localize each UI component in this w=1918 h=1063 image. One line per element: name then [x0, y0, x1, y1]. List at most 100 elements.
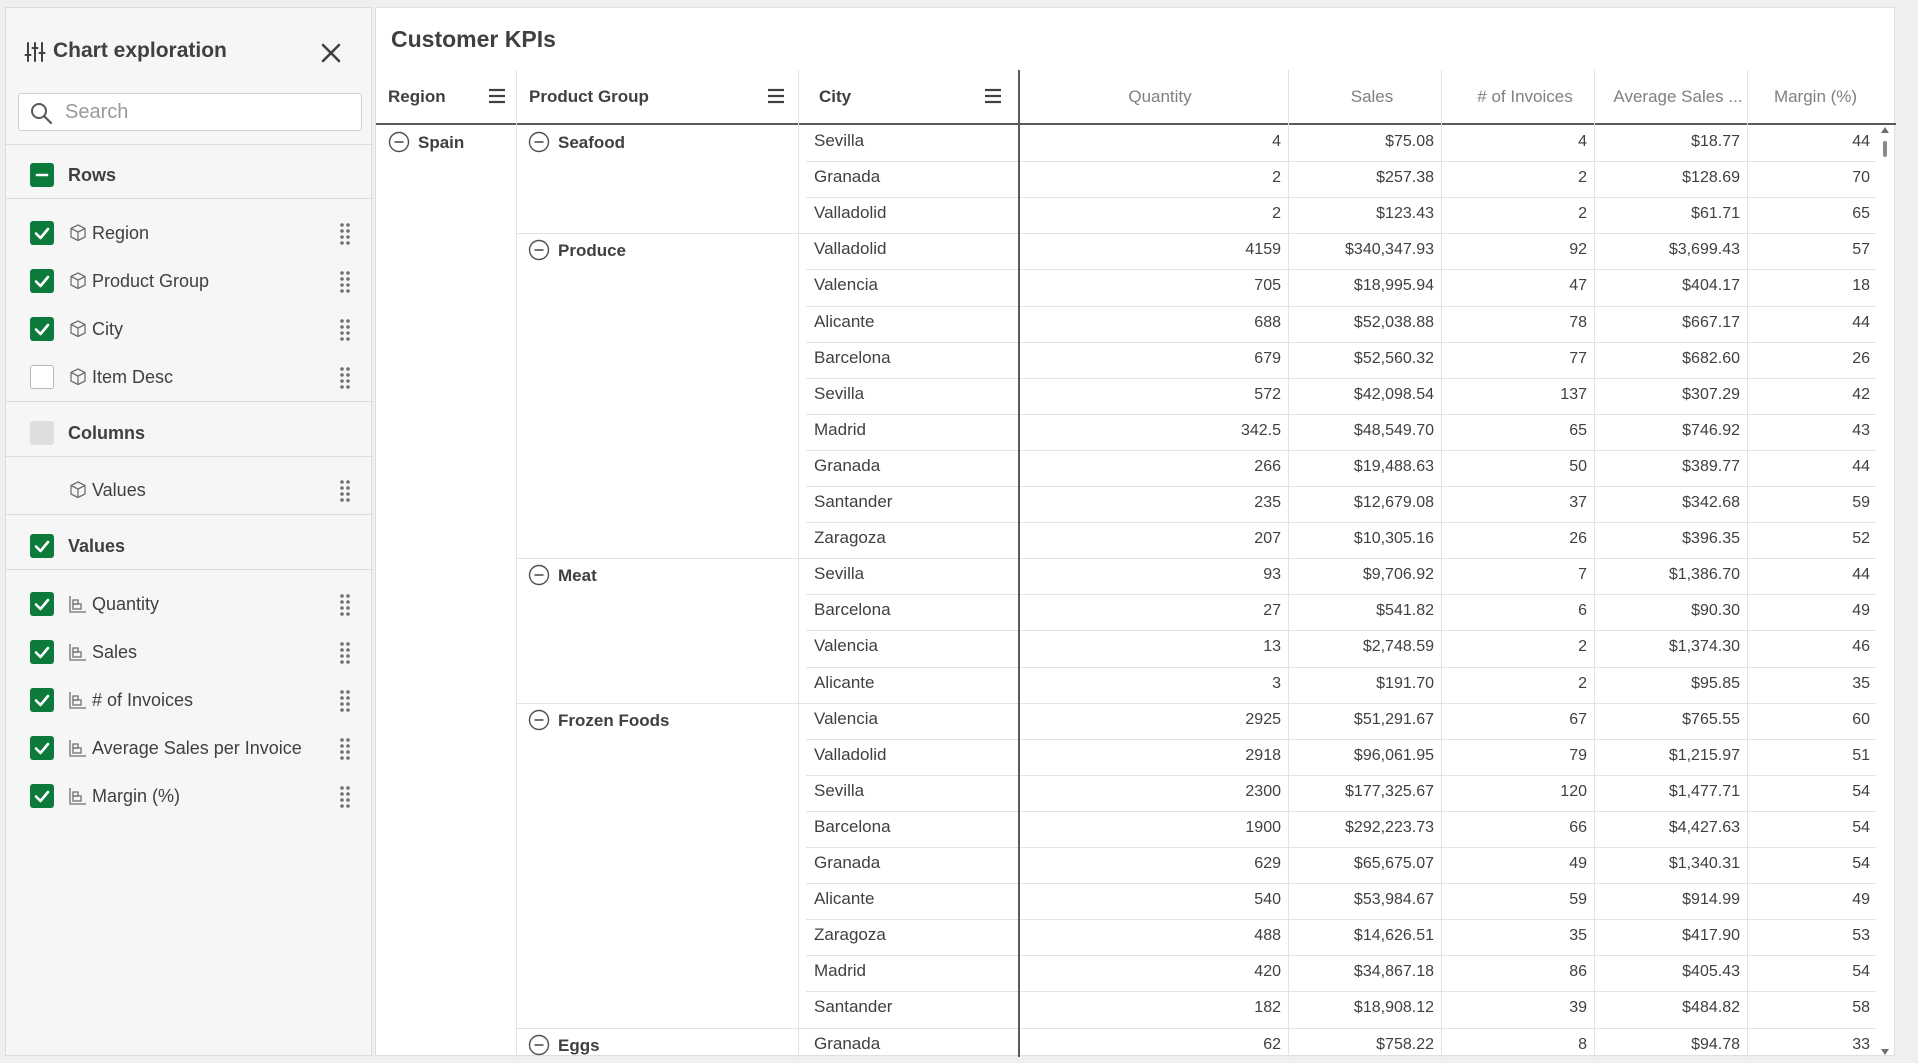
values-section-header[interactable]: Values [6, 526, 371, 566]
drag-handle-icon[interactable] [338, 221, 352, 245]
checked-checkbox[interactable] [30, 784, 54, 808]
cell-avg-sales: $667.17 [1682, 314, 1740, 331]
menu-icon[interactable] [765, 86, 787, 106]
cell-margin: 54 [1852, 783, 1870, 800]
header-invoices[interactable]: # of Invoices [1449, 70, 1601, 123]
values-all-checkbox[interactable] [30, 534, 54, 558]
drag-handle-icon[interactable] [338, 478, 352, 502]
region-cell[interactable]: Spain [418, 133, 464, 153]
drag-handle-icon[interactable] [338, 365, 352, 389]
cell-invoices: 2 [1578, 638, 1587, 655]
column-separator [1441, 70, 1442, 1057]
unchecked-checkbox[interactable] [30, 365, 54, 389]
product-group-cell[interactable]: Seafood [558, 133, 625, 153]
product-group-cell[interactable]: Eggs [558, 1036, 600, 1056]
collapse-icon[interactable] [528, 564, 550, 586]
search-icon [31, 103, 53, 125]
cell-invoices: 37 [1569, 494, 1587, 511]
drag-handle-icon[interactable] [338, 640, 352, 664]
product-group-cell[interactable]: Produce [558, 241, 626, 261]
checked-checkbox[interactable] [30, 317, 54, 341]
product-group-cell[interactable]: Frozen Foods [558, 711, 669, 731]
cell-invoices: 65 [1569, 422, 1587, 439]
row-divider [806, 269, 1876, 270]
cell-quantity: 2 [1272, 169, 1281, 186]
values-item-quantity[interactable]: Quantity [6, 584, 371, 624]
rows-item-label: Region [92, 223, 150, 243]
cell-margin: 35 [1852, 675, 1870, 692]
cell-invoices: 35 [1569, 927, 1587, 944]
drag-handle-icon[interactable] [338, 269, 352, 293]
column-separator [1288, 70, 1289, 1057]
search-input[interactable] [65, 99, 355, 125]
checked-checkbox[interactable] [30, 221, 54, 245]
rows-section-header[interactable]: Rows [6, 155, 371, 195]
menu-icon[interactable] [982, 86, 1004, 106]
cell-margin: 52 [1852, 530, 1870, 547]
rows-item-label: Product Group [92, 271, 210, 291]
collapse-icon[interactable] [528, 1034, 550, 1056]
columns-section-label: Columns [68, 423, 146, 443]
drag-handle-icon[interactable] [338, 784, 352, 808]
values-item-of-invoices[interactable]: # of Invoices [6, 680, 371, 720]
columns-item-values[interactable]: Values [6, 470, 371, 510]
cell-margin: 49 [1852, 891, 1870, 908]
cell-quantity: 2 [1272, 205, 1281, 222]
drag-handle-icon[interactable] [338, 736, 352, 760]
cell-invoices: 2 [1578, 205, 1587, 222]
menu-icon[interactable] [486, 86, 508, 106]
group-divider [516, 558, 1876, 559]
row-divider [806, 955, 1876, 956]
values-item-label: Sales [92, 642, 138, 662]
cell-avg-sales: $765.55 [1682, 711, 1740, 728]
header-sales[interactable]: Sales [1296, 70, 1448, 123]
cell-avg-sales: $1,215.97 [1668, 747, 1740, 764]
cell-invoices: 47 [1569, 277, 1587, 294]
divider [6, 144, 371, 145]
cell-invoices: 39 [1569, 999, 1587, 1016]
collapse-icon[interactable] [528, 131, 550, 153]
vertical-scrollbar[interactable] [1876, 125, 1894, 1057]
cell-avg-sales: $682.60 [1682, 350, 1740, 367]
checked-checkbox[interactable] [30, 688, 54, 712]
cell-quantity: 2925 [1245, 711, 1281, 728]
values-item-margin[interactable]: Margin (%) [6, 776, 371, 816]
rows-item-item-desc[interactable]: Item Desc [6, 357, 371, 397]
values-item-sales[interactable]: Sales [6, 632, 371, 672]
values-item-average-sales-per-invoice[interactable]: Average Sales per Invoice [6, 728, 371, 768]
measure-chart-icon [69, 596, 86, 613]
checked-checkbox[interactable] [30, 736, 54, 760]
cell-quantity: 2918 [1245, 747, 1281, 764]
product-group-cell[interactable]: Meat [558, 566, 597, 586]
cell-margin: 26 [1852, 350, 1870, 367]
drag-handle-icon[interactable] [338, 317, 352, 341]
rows-partial-checkbox[interactable] [30, 163, 54, 187]
drag-handle-icon[interactable] [338, 688, 352, 712]
search-field[interactable] [18, 93, 362, 131]
header-margin[interactable]: Margin (%) [1755, 70, 1876, 123]
header-quantity[interactable]: Quantity [1025, 70, 1295, 123]
city-cell: Sevilla [814, 384, 865, 403]
columns-checkbox[interactable] [30, 421, 54, 445]
cell-sales: $18,995.94 [1353, 277, 1434, 294]
rows-item-product-group[interactable]: Product Group [6, 261, 371, 301]
cell-quantity: 266 [1254, 458, 1281, 475]
checked-checkbox[interactable] [30, 592, 54, 616]
collapse-icon[interactable] [388, 131, 410, 153]
cell-avg-sales: $1,386.70 [1668, 566, 1740, 583]
cell-avg-sales: $1,340.31 [1668, 855, 1740, 872]
rows-item-city[interactable]: City [6, 309, 371, 349]
city-cell: Granada [814, 167, 881, 186]
cell-avg-sales: $484.82 [1682, 999, 1740, 1016]
cell-quantity: 2300 [1245, 783, 1281, 800]
columns-section-header[interactable]: Columns [6, 413, 371, 453]
header-avg-sales[interactable]: Average Sales ... [1602, 70, 1754, 123]
collapse-icon[interactable] [528, 709, 550, 731]
rows-item-region[interactable]: Region [6, 213, 371, 253]
collapse-icon[interactable] [528, 239, 550, 261]
checked-checkbox[interactable] [30, 640, 54, 664]
header-product-group[interactable]: Product Group [517, 70, 806, 123]
drag-handle-icon[interactable] [338, 592, 352, 616]
close-icon[interactable] [318, 40, 344, 66]
checked-checkbox[interactable] [30, 269, 54, 293]
